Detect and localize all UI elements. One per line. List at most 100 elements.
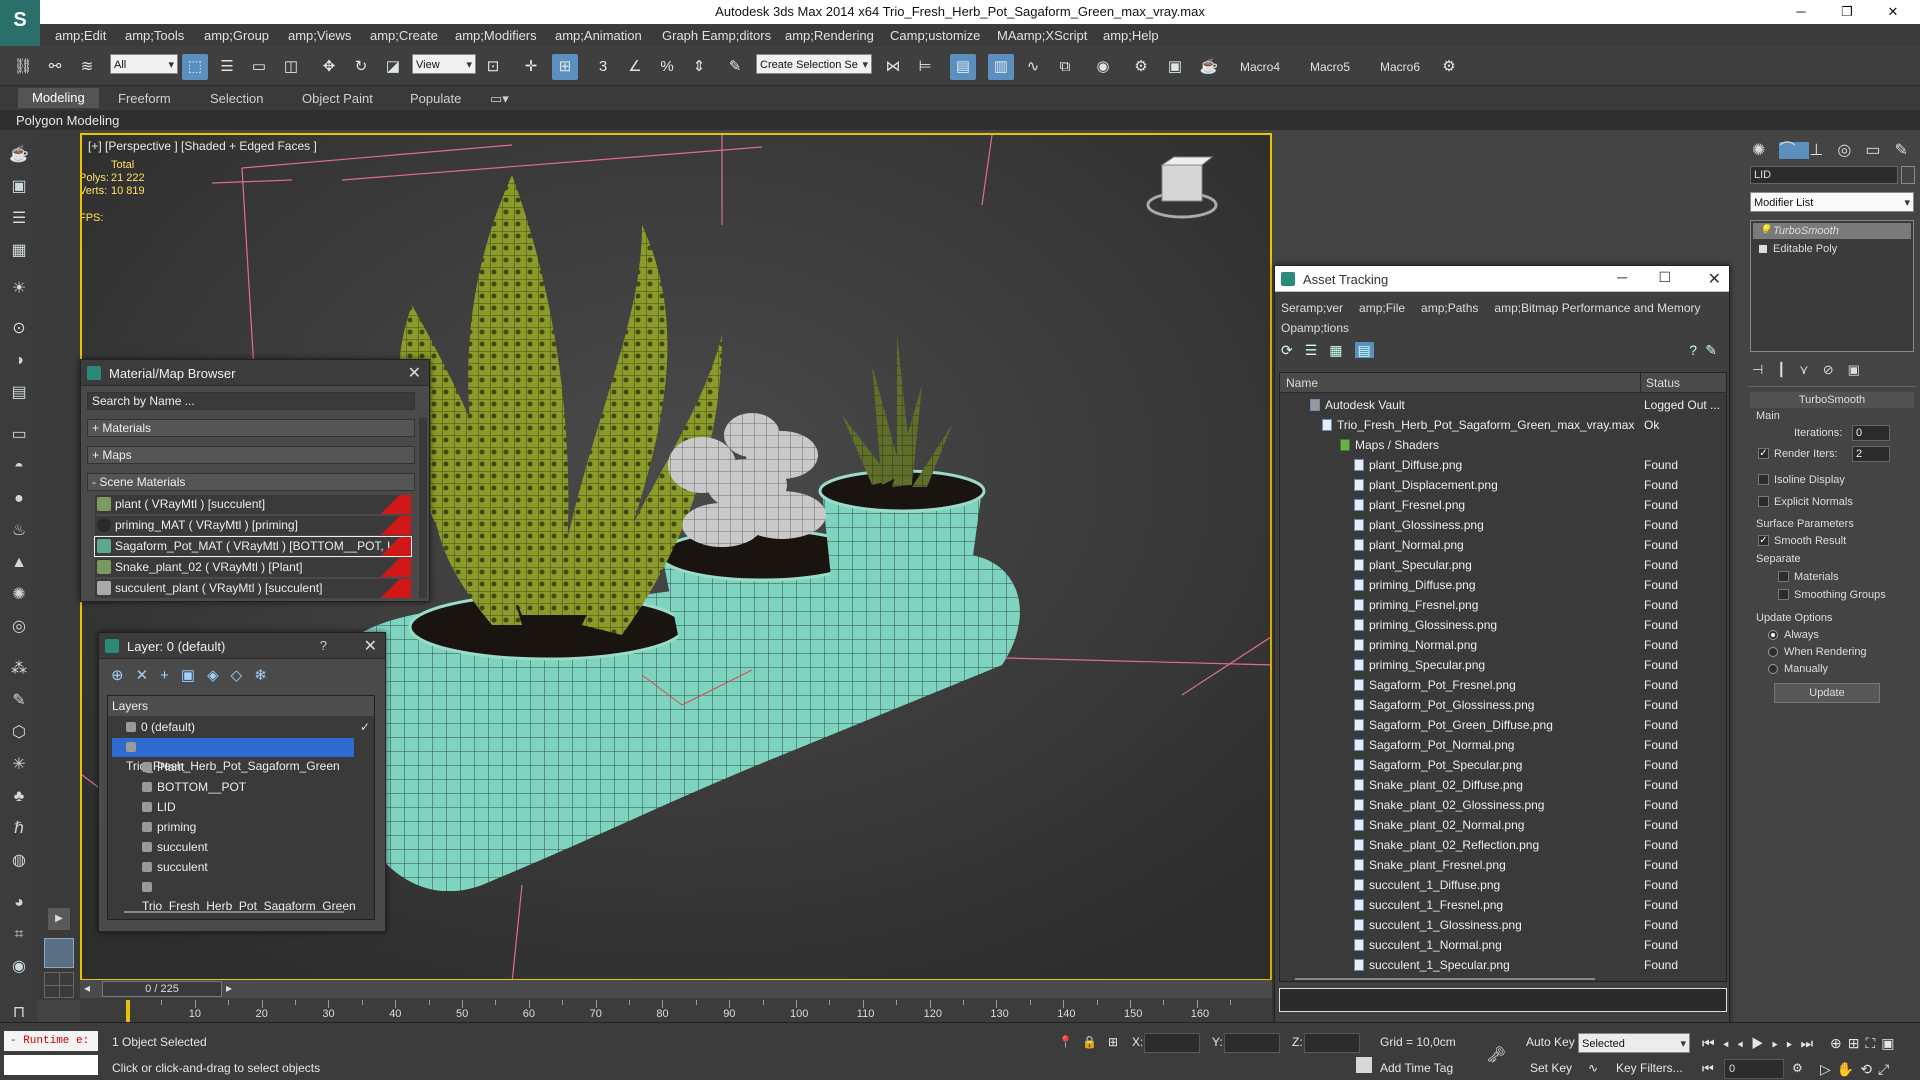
smooth-result-checkbox[interactable]: ✓: [1758, 535, 1769, 546]
menu-maxscript[interactable]: MAamp;XScript: [997, 28, 1087, 43]
select-object-icon[interactable]: ⬚: [182, 54, 208, 80]
asset-menu-options[interactable]: Opamp;tions: [1281, 321, 1349, 335]
viewport-layout-quad-icon[interactable]: [44, 972, 74, 998]
macro4-button[interactable]: Macro4: [1240, 60, 1280, 74]
render-iters-spinner[interactable]: 2: [1852, 446, 1890, 462]
rotate-icon[interactable]: ↻: [348, 54, 374, 80]
box-icon[interactable]: ▭: [6, 422, 32, 448]
expand-icon[interactable]: [1759, 245, 1767, 253]
rect-selection-icon[interactable]: ▭: [246, 54, 272, 80]
layer-create-icon[interactable]: ⊕: [111, 667, 136, 684]
minimize-button[interactable]: ─: [1778, 0, 1824, 24]
curve-editor-icon[interactable]: ∿: [1020, 54, 1046, 80]
asset-row-map[interactable]: Sagaform_Pot_Fresnel.png Found: [1284, 675, 1726, 695]
asset-row-group[interactable]: Maps / Shaders: [1284, 435, 1726, 455]
layer-row[interactable]: Trio_Fresh_Herb_Pot_Sagaform_Green: [112, 738, 354, 773]
object-name-field[interactable]: LID: [1750, 166, 1898, 184]
asset-menu-server[interactable]: Seramp;ver: [1281, 301, 1343, 315]
polygon-modeling-label[interactable]: Polygon Modeling: [16, 113, 119, 128]
asset-menu-bitmap[interactable]: amp;Bitmap Performance and Memory: [1494, 301, 1700, 315]
tab-freeform[interactable]: Freeform: [118, 91, 171, 106]
maxscript-listener[interactable]: - Runtime e:: [4, 1031, 98, 1051]
reference-coordinate-dropdown[interactable]: View: [412, 54, 476, 75]
plant-icon[interactable]: ♣: [6, 784, 32, 810]
asset-row-map[interactable]: Sagaform_Pot_Glossiness.png Found: [1284, 695, 1726, 715]
next-frame-icon[interactable]: ▸▸: [1772, 1035, 1801, 1051]
macro-gear-icon[interactable]: ⚙: [1436, 54, 1462, 80]
hf-icon[interactable]: ℏ: [6, 816, 32, 842]
asset-row-map[interactable]: Snake_plant_02_Normal.png Found: [1284, 815, 1726, 835]
sphere-icon[interactable]: ●: [6, 486, 32, 512]
time-tag-icon[interactable]: [1356, 1057, 1372, 1073]
teapot-icon[interactable]: ☕: [6, 142, 32, 168]
wire-icon[interactable]: ⌗: [6, 922, 32, 948]
time-slider-track[interactable]: ◂ 0 / 225 ▸: [80, 980, 1272, 998]
zoom-icon[interactable]: ⊕: [1830, 1035, 1848, 1051]
object-icon[interactable]: ◉: [6, 954, 32, 980]
layer-freeze-icon[interactable]: ❄: [254, 667, 279, 684]
asset-row-map[interactable]: priming_Fresnel.png Found: [1284, 595, 1726, 615]
menu-animation[interactable]: amp;Animation: [555, 28, 642, 43]
timeline-current-frame-marker[interactable]: [126, 1000, 130, 1022]
asset-close-icon[interactable]: ✕: [1708, 269, 1721, 289]
asset-row-file[interactable]: Trio_Fresh_Herb_Pot_Sagaform_Green_max_v…: [1284, 415, 1726, 435]
asset-row-map[interactable]: priming_Glossiness.png Found: [1284, 615, 1726, 635]
edit-named-selection-icon[interactable]: ✎: [722, 54, 748, 80]
menu-graph-editors[interactable]: Graph Eamp;ditors: [662, 28, 771, 43]
asset-row-map[interactable]: priming_Normal.png Found: [1284, 635, 1726, 655]
snaps-toggle-icon[interactable]: 3: [590, 54, 616, 80]
named-selection-sets-dropdown[interactable]: Create Selection Se: [756, 54, 872, 75]
asset-row-map[interactable]: plant_Glossiness.png Found: [1284, 515, 1726, 535]
menu-views[interactable]: amp;Views: [288, 28, 351, 43]
layer-select-icon[interactable]: ▣: [181, 667, 207, 684]
tab-modeling[interactable]: Modeling: [18, 88, 99, 108]
separate-materials-checkbox[interactable]: [1778, 571, 1789, 582]
modifier-list-dropdown[interactable]: Modifier List: [1750, 192, 1914, 213]
mirror-icon[interactable]: ⋈: [880, 54, 906, 80]
asset-row-map[interactable]: Snake_plant_02_Glossiness.png Found: [1284, 795, 1726, 815]
asset-menu-file[interactable]: amp;File: [1359, 301, 1405, 315]
ribbon-toggle-icon[interactable]: ▥: [988, 54, 1014, 80]
stack-editable-poly[interactable]: Editable Poly: [1753, 241, 1911, 257]
shape-icon[interactable]: ⬡: [6, 720, 32, 746]
layer-add-icon[interactable]: +: [160, 667, 181, 684]
iterations-spinner[interactable]: 0: [1852, 425, 1890, 441]
teapot-prim-icon[interactable]: ♨: [6, 518, 32, 544]
stack-turbosmooth[interactable]: 💡 TurboSmooth: [1753, 223, 1911, 239]
asset-hscrollbar[interactable]: [1295, 978, 1595, 980]
asset-row-map[interactable]: succulent_1_Specular.png Found: [1284, 955, 1726, 975]
disc-icon[interactable]: ◎: [6, 614, 32, 640]
percent-snap-icon[interactable]: %: [654, 54, 680, 80]
asset-row-map[interactable]: succulent_1_Diffuse.png Found: [1284, 875, 1726, 895]
matbrowser-close-icon[interactable]: ✕: [408, 363, 421, 383]
layer-list-hscrollbar[interactable]: [124, 911, 344, 913]
asset-pin-icon[interactable]: ✎: [1705, 342, 1717, 359]
macro5-button[interactable]: Macro5: [1310, 60, 1350, 74]
asset-path-field[interactable]: [1279, 988, 1727, 1012]
align-icon[interactable]: ⊨: [912, 54, 938, 80]
layer-row[interactable]: Plant: [112, 758, 354, 777]
layer-explorer-icon[interactable]: ▤: [950, 54, 976, 80]
camera-icon[interactable]: ⊙: [6, 316, 32, 342]
asset-max-button[interactable]: ☐: [1658, 269, 1671, 286]
spinner-snap-icon[interactable]: ⇕: [686, 54, 712, 80]
utilities-tab-icon[interactable]: ✎: [1894, 142, 1920, 159]
tab-object-paint[interactable]: Object Paint: [302, 91, 373, 106]
dome-icon[interactable]: ◓: [6, 454, 32, 480]
viewport-layout-single-icon[interactable]: [44, 938, 74, 968]
update-when-rendering-radio[interactable]: [1768, 647, 1778, 657]
asset-table-icon[interactable]: ▦: [1329, 342, 1342, 358]
explicit-normals-checkbox[interactable]: [1758, 496, 1769, 507]
menu-tools[interactable]: amp;Tools: [125, 28, 184, 43]
show-end-result-icon[interactable]: ┃: [1777, 362, 1799, 377]
window-crossing-icon[interactable]: ◫: [278, 54, 304, 80]
layer-row[interactable]: Trio_Fresh_Herb_Pot_Sagaform_Green: [112, 878, 356, 913]
asset-row-map[interactable]: plant_Normal.png Found: [1284, 535, 1726, 555]
absolute-mode-icon[interactable]: ⊞: [1108, 1035, 1118, 1049]
add-time-tag-button[interactable]: Add Time Tag: [1380, 1061, 1453, 1075]
scale-icon[interactable]: ◪: [380, 54, 406, 80]
select-manipulate-icon[interactable]: ✛: [518, 54, 544, 80]
hierarchy-tab-icon[interactable]: ⊥: [1809, 142, 1837, 159]
expand-arrow-icon[interactable]: ▶: [48, 908, 70, 930]
asset-tree-icon[interactable]: ▤: [1354, 342, 1374, 358]
